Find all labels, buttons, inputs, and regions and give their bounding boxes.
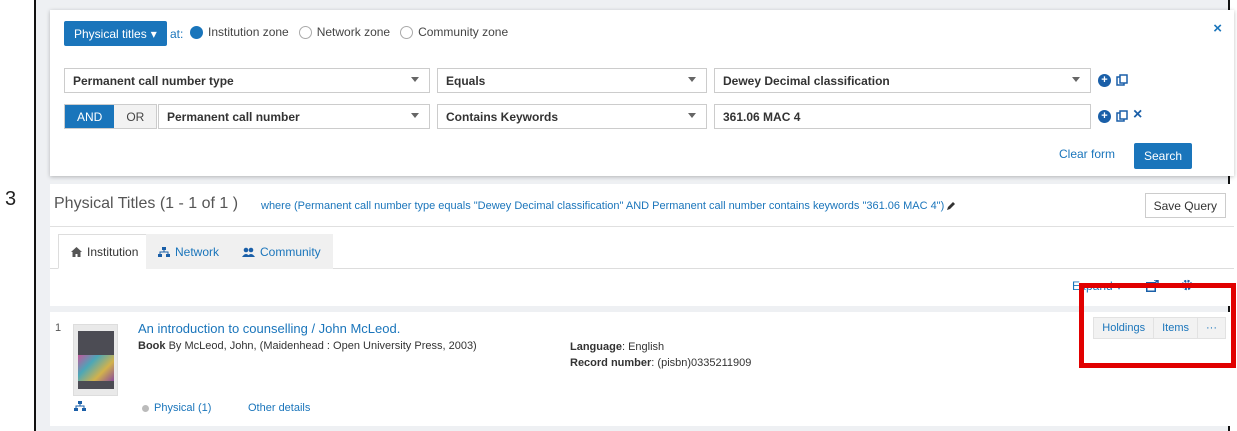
close-icon: × [1133,106,1143,123]
expand-dropdown[interactable]: Expand ▾ [1072,279,1122,293]
duplicate-condition-button[interactable] [1116,74,1128,86]
chevron-down-icon [1072,77,1080,82]
record-description: Book By McLeod, John, (Maidenhead : Open… [138,340,477,352]
radio-community-zone[interactable]: Community zone [400,25,508,39]
radio-selected-icon [190,25,203,39]
physical-availability-link[interactable]: Physical (1) [142,402,211,414]
items-button[interactable]: Items [1154,318,1198,338]
result-record: 1 An introduction to counselling / John … [50,312,1234,426]
and-button[interactable]: AND [65,105,115,128]
zone-radio-group: Institution zone Network zone Community … [190,25,508,39]
record-actions: Holdings Items ··· [1093,317,1226,339]
plus-circle-icon: + [1098,110,1111,123]
duplicate-condition-button[interactable] [1116,110,1128,122]
close-icon[interactable]: × [1213,20,1222,37]
home-icon [71,246,82,257]
row1-field-select[interactable]: Permanent call number type [64,68,430,93]
tab-network[interactable]: Network [146,234,232,269]
holdings-button[interactable]: Holdings [1094,318,1155,338]
chevron-down-icon [688,77,696,82]
save-query-button[interactable]: Save Query [1144,193,1226,218]
network-icon [158,246,170,257]
copy-icon [1116,74,1128,86]
scope-dropdown[interactable]: Physical titles ▾ [64,21,167,46]
record-language: Language: English [570,341,665,353]
export-icon [1146,279,1159,292]
results-toolbar: Expand ▾ [50,269,1234,306]
or-button[interactable]: OR [114,105,157,128]
radio-unselected-icon [298,25,312,39]
export-button[interactable] [1146,279,1159,295]
other-details-link[interactable]: Other details [248,402,310,414]
scope-label: Physical titles [74,26,147,41]
book-cover-thumbnail[interactable] [73,324,118,396]
remove-condition-button[interactable]: × [1133,106,1142,124]
pencil-icon [947,202,956,210]
copy-icon [1116,110,1128,122]
chevron-down-icon [411,77,419,82]
advanced-search-panel: Physical titles ▾ at: Institution zone N… [50,10,1234,176]
query-summary[interactable]: where (Permanent call number type equals… [261,200,956,212]
status-dot-icon [142,404,149,412]
chevron-down-icon [411,113,419,118]
at-label: at: [170,27,184,41]
add-condition-button[interactable]: + [1098,74,1111,87]
radio-unselected-icon [400,25,414,39]
and-or-toggle: AND OR [64,104,158,129]
row2-value-input[interactable]: 361.06 MAC 4 [714,104,1091,129]
row1-value-select[interactable]: Dewey Decimal classification [714,68,1091,93]
radio-institution-zone[interactable]: Institution zone [190,25,289,39]
record-title-link[interactable]: An introduction to counselling / John Mc… [138,321,400,336]
main-frame: Physical titles ▾ at: Institution zone N… [34,0,1234,431]
row2-operator-select[interactable]: Contains Keywords [437,104,707,129]
step-number: 3 [5,188,17,210]
network-icon [74,400,86,414]
users-icon [242,247,255,257]
results-header: Physical Titles (1 - 1 of 1 ) where (Per… [50,184,1234,227]
zone-tabs: Institution Network Community [50,227,1234,269]
row2-field-select[interactable]: Permanent call number [158,104,430,129]
chevron-down-icon: ▾ [150,26,157,41]
radio-network-zone[interactable]: Network zone [298,25,390,39]
clear-form-link[interactable]: Clear form [1059,147,1115,161]
tab-institution[interactable]: Institution [58,234,152,269]
row1-operator-select[interactable]: Equals [437,68,707,93]
results-title: Physical Titles (1 - 1 of 1 ) [54,195,239,212]
record-identifier: Record number: (pisbn)0335211909 [570,357,752,369]
settings-button[interactable] [1181,279,1193,294]
chevron-down-icon [688,113,696,118]
plus-circle-icon: + [1098,74,1111,87]
search-button[interactable]: Search [1134,143,1193,169]
add-condition-button[interactable]: + [1098,110,1111,123]
more-actions-button[interactable]: ··· [1198,318,1225,338]
tab-community[interactable]: Community [230,234,333,269]
gear-icon [1181,279,1193,291]
record-number: 1 [55,322,62,334]
